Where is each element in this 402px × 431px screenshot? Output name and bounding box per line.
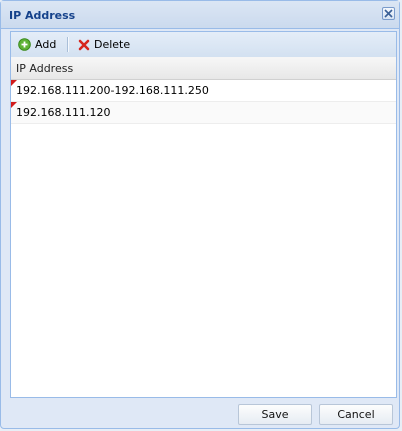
add-circle-icon <box>18 38 31 51</box>
column-header-ip-address[interactable]: IP Address <box>11 57 396 80</box>
add-button[interactable]: Add <box>15 36 59 53</box>
close-button[interactable] <box>382 7 395 20</box>
delete-button[interactable]: Delete <box>75 36 133 53</box>
close-icon <box>384 9 393 18</box>
table-row[interactable]: 192.168.111.120 <box>11 102 396 124</box>
ip-address-cell[interactable]: 192.168.111.120 <box>16 106 110 119</box>
grid-toolbar: Add Delete <box>11 32 396 58</box>
delete-button-label: Delete <box>94 38 131 51</box>
grid-body: 192.168.111.200-192.168.111.250 192.168.… <box>11 80 396 124</box>
ip-address-grid-panel: Add Delete IP Address 192.168.111.200-19… <box>10 31 397 398</box>
dialog-title: IP Address <box>9 9 76 22</box>
toolbar-separator <box>67 37 68 52</box>
table-row[interactable]: 192.168.111.200-192.168.111.250 <box>11 80 396 102</box>
ip-address-dialog: IP Address Add Delete IP Address 192.168… <box>0 0 400 429</box>
delete-x-icon <box>78 39 90 50</box>
save-button[interactable]: Save <box>238 404 312 425</box>
ip-address-cell[interactable]: 192.168.111.200-192.168.111.250 <box>16 84 209 97</box>
add-button-label: Add <box>35 38 57 51</box>
cancel-button[interactable]: Cancel <box>319 404 393 425</box>
column-header-label: IP Address <box>16 62 74 75</box>
dialog-title-bar[interactable]: IP Address <box>1 1 399 29</box>
